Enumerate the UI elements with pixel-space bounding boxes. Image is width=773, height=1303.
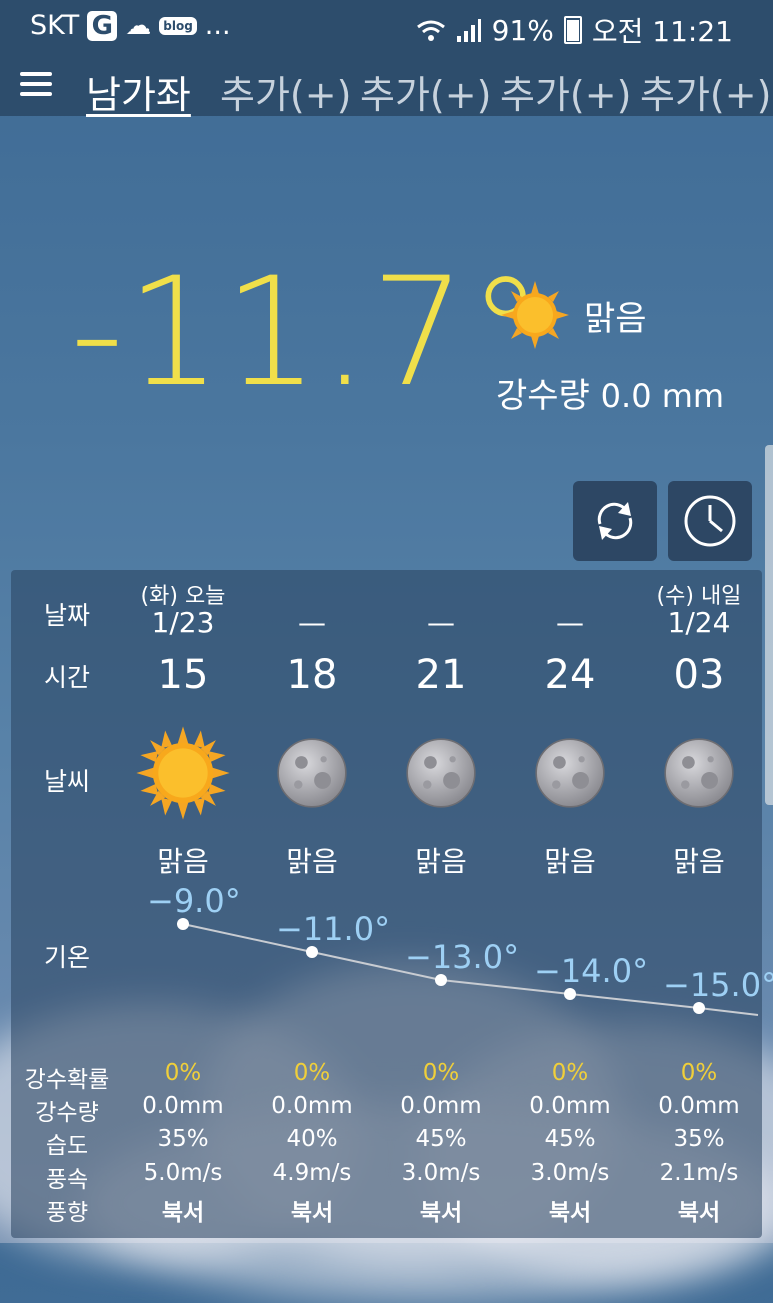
forecast-pop: 0%: [551, 1060, 589, 1086]
forecast-wind-dir: 북서: [161, 1200, 205, 1226]
metric-label-wind-speed: 풍속: [45, 1167, 89, 1193]
forecast-precip: 0.0mm: [658, 1093, 740, 1119]
temperature-label: −13.0°: [405, 938, 520, 976]
metric-label-wind-dir: 풍향: [45, 1200, 89, 1226]
forecast-wind-speed: 4.9m/s: [272, 1160, 352, 1186]
metric-label-pop: 강수확률: [24, 1067, 110, 1093]
forecast-pop: 0%: [680, 1060, 718, 1086]
forecast-humidity: 35%: [157, 1126, 209, 1152]
forecast-pop: 0%: [164, 1060, 202, 1086]
forecast-precip: 0.0mm: [529, 1093, 611, 1119]
forecast-wind-dir: 북서: [419, 1200, 463, 1226]
forecast-precip: 0.0mm: [142, 1093, 224, 1119]
forecast-wind-dir: 북서: [290, 1200, 334, 1226]
forecast-wind-dir: 북서: [548, 1200, 592, 1226]
forecast-humidity: 40%: [286, 1126, 338, 1152]
forecast-humidity: 45%: [544, 1126, 596, 1152]
forecast-wind-speed: 2.1m/s: [659, 1160, 739, 1186]
forecast-humidity: 45%: [415, 1126, 467, 1152]
forecast-wind-speed: 3.0m/s: [401, 1160, 481, 1186]
temperature-label: −9.0°: [147, 882, 241, 920]
forecast-precip: 0.0mm: [271, 1093, 353, 1119]
temperature-line-chart: [177, 918, 759, 1016]
metric-label-precip: 강수량: [35, 1100, 99, 1126]
forecast-precip: 0.0mm: [400, 1093, 482, 1119]
forecast-pop: 0%: [422, 1060, 460, 1086]
temperature-label: −14.0°: [534, 952, 649, 990]
forecast-wind-dir: 북서: [677, 1200, 721, 1226]
metric-label-humidity: 습도: [45, 1133, 89, 1159]
temperature-label: −11.0°: [276, 910, 391, 948]
forecast-humidity: 35%: [673, 1126, 725, 1152]
forecast-pop: 0%: [293, 1060, 331, 1086]
forecast-wind-speed: 5.0m/s: [143, 1160, 223, 1186]
temperature-label: −15.0°: [663, 966, 773, 1004]
forecast-wind-speed: 3.0m/s: [530, 1160, 610, 1186]
